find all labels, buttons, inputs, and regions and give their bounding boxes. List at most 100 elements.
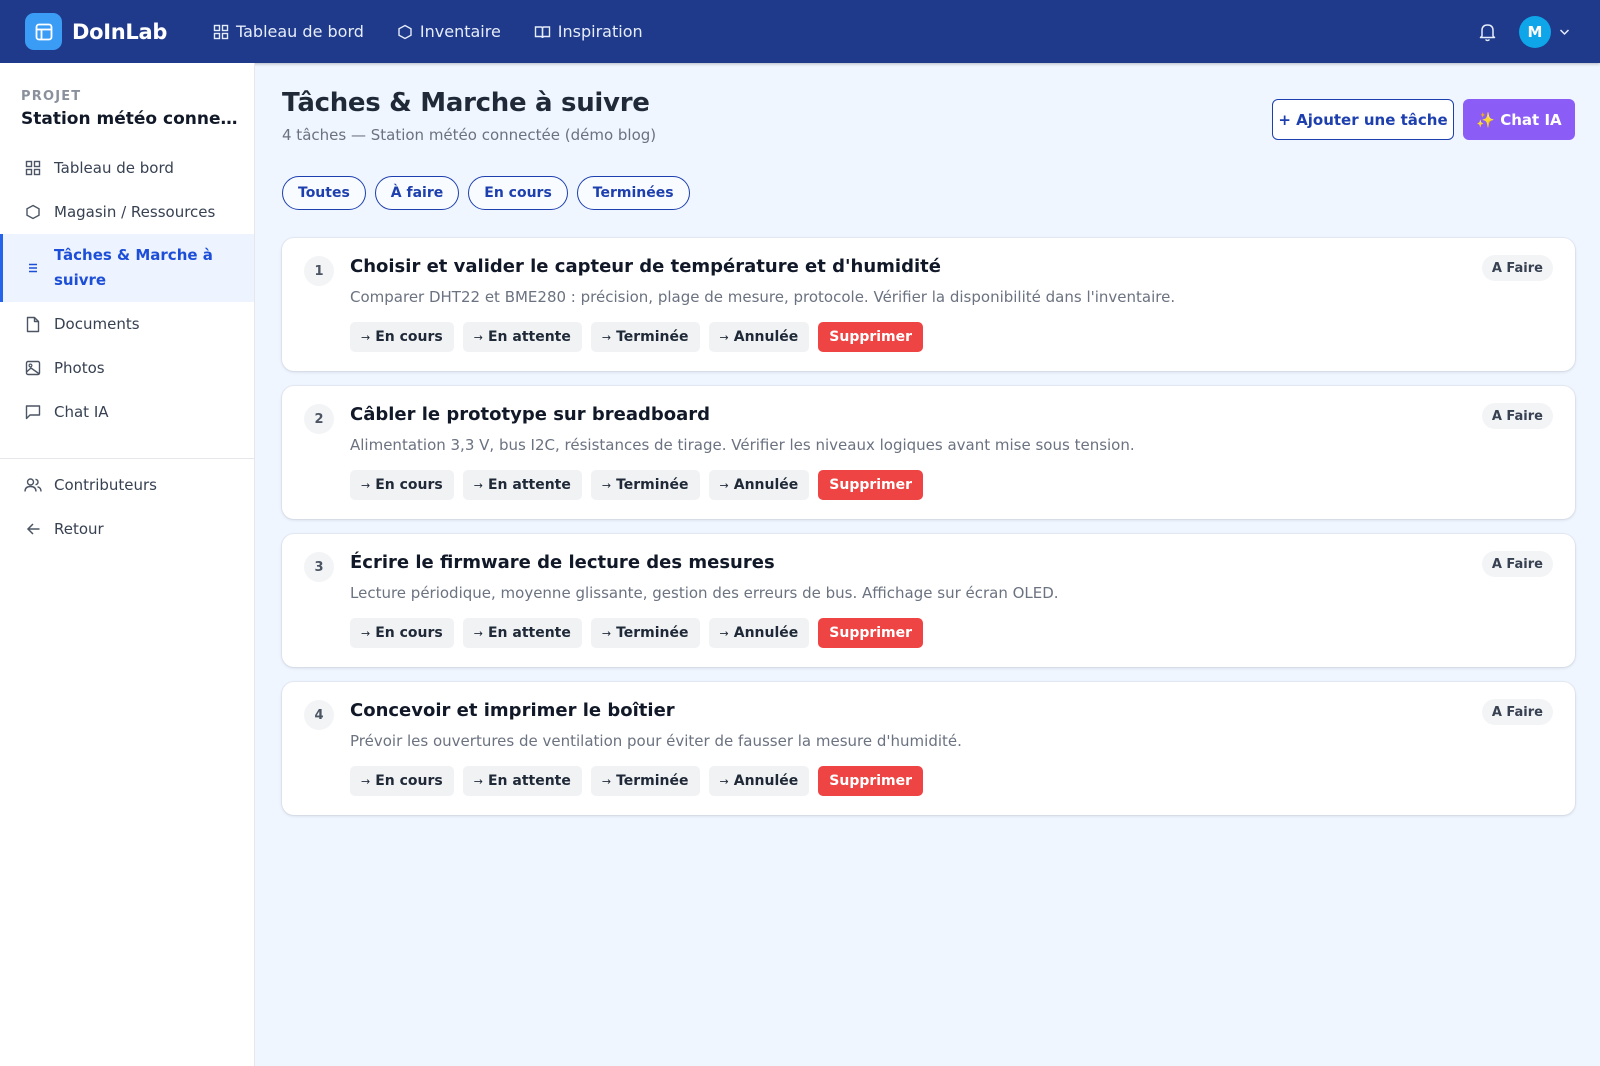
- page-subtitle: 4 tâches — Station météo connectée (démo…: [282, 126, 657, 144]
- set-in-progress-button[interactable]: → En cours: [350, 618, 454, 648]
- status-badge: A Faire: [1481, 699, 1553, 725]
- arrow-left-icon: [24, 522, 42, 536]
- sidebar-item-photos[interactable]: Photos: [0, 346, 254, 390]
- set-done-button[interactable]: → Terminée: [590, 766, 700, 796]
- set-waiting-button[interactable]: → En attente: [462, 766, 582, 796]
- filter-chips: Toutes À faire En cours Terminées: [282, 176, 699, 210]
- grid-icon: [213, 24, 229, 39]
- set-in-progress-button[interactable]: → En cours: [350, 322, 454, 352]
- sidebar-item-label: Retour: [54, 520, 104, 538]
- top-nav: Tableau de bord Inventaire Inspiration: [213, 22, 676, 41]
- app-name: DoInLab: [72, 19, 168, 44]
- action-label: En attente: [487, 329, 571, 345]
- set-cancelled-button[interactable]: → Annulée: [708, 322, 810, 352]
- top-right-controls: M: [1478, 15, 1570, 48]
- set-waiting-button[interactable]: → En attente: [462, 470, 582, 500]
- action-label: Annulée: [733, 477, 799, 493]
- task-actions: → En cours → En attente → Terminée → Annulée…: [350, 322, 932, 352]
- notifications-bell-icon[interactable]: [1478, 22, 1497, 42]
- brand[interactable]: DoInLab: [25, 13, 205, 50]
- task-actions: → En cours → En attente → Terminée → Annulée…: [350, 766, 932, 796]
- set-done-button[interactable]: → Terminée: [590, 618, 700, 648]
- grid-icon: [24, 160, 42, 176]
- task-list: 1 Choisir et valider le capteur de tempé…: [282, 238, 1575, 830]
- task-description: Comparer DHT22 et BME280 : précision, pl…: [350, 288, 1176, 306]
- topnav-inventory[interactable]: Inventaire: [397, 22, 501, 41]
- arrow-right-icon: →: [361, 330, 371, 344]
- topnav-label: Tableau de bord: [236, 22, 364, 41]
- task-actions: → En cours → En attente → Terminée → Annulée…: [350, 470, 932, 500]
- users-icon: [24, 477, 42, 493]
- set-in-progress-button[interactable]: → En cours: [350, 766, 454, 796]
- arrow-right-icon: →: [719, 774, 729, 788]
- task-card: 4 Concevoir et imprimer le boîtier Prévo…: [282, 682, 1575, 815]
- action-label: Annulée: [733, 625, 799, 641]
- add-task-button[interactable]: + Ajouter une tâche: [1272, 99, 1454, 140]
- sidebar-item-label: Tâches & Marche à suivre: [54, 246, 213, 289]
- avatar[interactable]: M: [1519, 15, 1551, 48]
- task-actions: → En cours → En attente → Terminée → Annulée…: [350, 618, 932, 648]
- set-waiting-button[interactable]: → En attente: [462, 322, 582, 352]
- set-in-progress-button[interactable]: → En cours: [350, 470, 454, 500]
- arrow-right-icon: →: [719, 478, 729, 492]
- sidebar-item-documents[interactable]: Documents: [0, 302, 254, 346]
- arrow-right-icon: →: [361, 478, 371, 492]
- arrow-right-icon: →: [473, 774, 483, 788]
- action-label: En cours: [375, 625, 443, 641]
- task-number: 2: [304, 404, 334, 434]
- sidebar-item-label: Tableau de bord: [54, 159, 174, 177]
- sidebar-divider: [0, 458, 254, 459]
- set-cancelled-button[interactable]: → Annulée: [708, 766, 810, 796]
- sidebar-item-label: Photos: [54, 359, 105, 377]
- task-card: 1 Choisir et valider le capteur de tempé…: [282, 238, 1575, 371]
- filter-in-progress[interactable]: En cours: [468, 176, 568, 210]
- sidebar-item-tasks[interactable]: Tâches & Marche à suivre: [0, 234, 254, 302]
- delete-task-button[interactable]: Supprimer: [818, 470, 924, 500]
- set-waiting-button[interactable]: → En attente: [462, 618, 582, 648]
- topnav-inspiration[interactable]: Inspiration: [534, 22, 643, 41]
- set-cancelled-button[interactable]: → Annulée: [708, 618, 810, 648]
- sidebar-item-contributors[interactable]: Contributeurs: [0, 463, 254, 507]
- hexagon-icon: [24, 204, 42, 220]
- action-label: Terminée: [616, 773, 689, 789]
- status-badge: A Faire: [1481, 255, 1553, 281]
- main-content: Tâches & Marche à suivre 4 tâches — Stat…: [255, 63, 1600, 1066]
- task-description: Lecture périodique, moyenne glissante, g…: [350, 584, 1059, 602]
- delete-task-button[interactable]: Supprimer: [818, 766, 924, 796]
- action-label: Annulée: [733, 773, 799, 789]
- arrow-right-icon: →: [601, 626, 612, 640]
- action-label: En cours: [375, 477, 443, 493]
- delete-task-button[interactable]: Supprimer: [818, 618, 924, 648]
- status-badge: A Faire: [1481, 403, 1553, 429]
- chevron-down-icon[interactable]: [1559, 28, 1570, 36]
- action-label: En attente: [487, 477, 571, 493]
- sidebar-item-resources[interactable]: Magasin / Ressources: [0, 190, 254, 234]
- arrow-right-icon: →: [473, 478, 483, 492]
- arrow-right-icon: →: [719, 626, 729, 640]
- set-done-button[interactable]: → Terminée: [590, 470, 700, 500]
- filter-done[interactable]: Terminées: [576, 176, 690, 210]
- set-done-button[interactable]: → Terminée: [590, 322, 700, 352]
- arrow-right-icon: →: [361, 774, 371, 788]
- task-number: 1: [304, 256, 334, 286]
- sidebar: PROJET Station météo connectée (démo blo…: [0, 63, 255, 1066]
- set-cancelled-button[interactable]: → Annulée: [708, 470, 810, 500]
- filter-todo[interactable]: À faire: [374, 176, 460, 210]
- sidebar-nav: Tableau de bord Magasin / Ressources Tâc…: [0, 146, 254, 434]
- book-open-icon: [534, 25, 550, 38]
- topnav-label: Inspiration: [557, 22, 643, 41]
- task-card: 3 Écrire le firmware de lecture des mesu…: [282, 534, 1575, 667]
- delete-task-button[interactable]: Supprimer: [818, 322, 924, 352]
- project-name-text: Station météo connectée (démo blog): [21, 109, 243, 129]
- filter-all[interactable]: Toutes: [282, 176, 366, 210]
- topnav-dashboard[interactable]: Tableau de bord: [213, 22, 364, 41]
- sidebar-item-back[interactable]: Retour: [0, 507, 254, 551]
- action-label: Terminée: [616, 625, 689, 641]
- sidebar-item-label: Magasin / Ressources: [54, 203, 216, 221]
- action-label: Annulée: [733, 329, 799, 345]
- sidebar-item-chat[interactable]: Chat IA: [0, 390, 254, 434]
- sidebar-item-dashboard[interactable]: Tableau de bord: [0, 146, 254, 190]
- chat-ia-button[interactable]: ✨ Chat IA: [1463, 99, 1575, 140]
- top-navbar: DoInLab Tableau de bord Inventaire Inspi…: [0, 0, 1600, 63]
- action-label: Terminée: [616, 329, 689, 345]
